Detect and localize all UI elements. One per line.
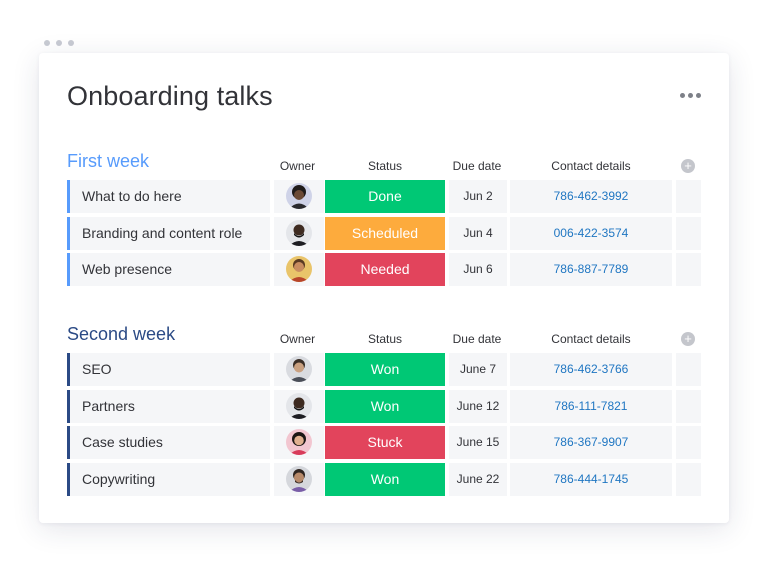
- add-column-icon[interactable]: +: [681, 159, 695, 173]
- item-name[interactable]: Case studies: [67, 426, 270, 459]
- owner-cell[interactable]: [274, 389, 324, 423]
- empty-cell: [676, 180, 701, 213]
- due-date-cell[interactable]: June 15: [449, 426, 507, 459]
- empty-cell: [676, 389, 701, 423]
- status-cell[interactable]: Done: [325, 180, 445, 213]
- column-header-status[interactable]: Status: [325, 332, 445, 346]
- avatar-icon[interactable]: [286, 465, 312, 492]
- contact-link[interactable]: 786-462-3992: [510, 180, 672, 213]
- column-header-owner[interactable]: Owner: [271, 159, 324, 173]
- column-header-owner[interactable]: Owner: [271, 332, 324, 346]
- window-dot-icon: [44, 40, 50, 46]
- empty-cell: [676, 426, 701, 459]
- empty-cell: [676, 253, 701, 286]
- window-dot-icon: [56, 40, 62, 46]
- item-name[interactable]: Web presence: [67, 253, 270, 286]
- table-row[interactable]: Case studies Stuck June 15 786-367-9907: [67, 426, 701, 459]
- contact-link[interactable]: 786-367-9907: [510, 426, 672, 459]
- group-header: Second week Owner Status Due date Contac…: [67, 322, 701, 353]
- item-name[interactable]: What to do here: [67, 180, 270, 213]
- group-first-week: First week Owner Status Due date Contact…: [67, 149, 701, 290]
- status-cell[interactable]: Won: [325, 389, 445, 423]
- avatar-icon[interactable]: [286, 183, 312, 209]
- avatar-icon[interactable]: [286, 429, 312, 455]
- column-header-status[interactable]: Status: [325, 159, 445, 173]
- status-cell[interactable]: Won: [325, 462, 445, 496]
- avatar-icon[interactable]: [286, 356, 312, 382]
- more-options-icon[interactable]: [680, 93, 701, 98]
- due-date-cell[interactable]: June 7: [449, 353, 507, 386]
- due-date-cell[interactable]: Jun 6: [449, 253, 507, 286]
- avatar-icon[interactable]: [286, 392, 312, 419]
- due-date-cell[interactable]: June 22: [449, 462, 507, 496]
- group-title[interactable]: First week: [67, 151, 149, 172]
- group-header: First week Owner Status Due date Contact…: [67, 149, 701, 180]
- due-date-cell[interactable]: Jun 4: [449, 216, 507, 250]
- due-date-cell[interactable]: Jun 2: [449, 180, 507, 213]
- owner-cell[interactable]: [274, 253, 324, 286]
- page-title: Onboarding talks: [67, 81, 273, 111]
- owner-cell[interactable]: [274, 216, 324, 250]
- avatar-icon[interactable]: [286, 256, 312, 282]
- board-card: Onboarding talks First week Owner Status…: [39, 53, 729, 523]
- status-cell[interactable]: Scheduled: [325, 216, 445, 250]
- column-header-contact[interactable]: Contact details: [510, 332, 672, 346]
- empty-cell: [676, 353, 701, 386]
- group-title[interactable]: Second week: [67, 324, 175, 345]
- table-row[interactable]: Branding and content role Scheduled Jun …: [67, 216, 701, 250]
- column-header-due-date[interactable]: Due date: [448, 332, 506, 346]
- contact-link[interactable]: 786-444-1745: [510, 462, 672, 496]
- item-name[interactable]: SEO: [67, 353, 270, 386]
- status-cell[interactable]: Won: [325, 353, 445, 386]
- column-header-contact[interactable]: Contact details: [510, 159, 672, 173]
- table-row[interactable]: Copywriting Won June 22 786-444-1745: [67, 462, 701, 496]
- table-row[interactable]: Partners Won June 12 786-111-7821: [67, 389, 701, 423]
- owner-cell[interactable]: [274, 353, 324, 386]
- item-name[interactable]: Branding and content role: [67, 216, 270, 250]
- window-dots: [44, 40, 74, 46]
- group-second-week: Second week Owner Status Due date Contac…: [67, 322, 701, 499]
- table-row[interactable]: Web presence Needed Jun 6 786-887-7789: [67, 253, 701, 286]
- item-name[interactable]: Partners: [67, 389, 270, 423]
- table-row[interactable]: SEO Won June 7 786-462-3766: [67, 353, 701, 386]
- empty-cell: [676, 462, 701, 496]
- avatar-icon[interactable]: [286, 219, 312, 246]
- owner-cell[interactable]: [274, 462, 324, 496]
- status-cell[interactable]: Needed: [325, 253, 445, 286]
- owner-cell[interactable]: [274, 426, 324, 459]
- item-name[interactable]: Copywriting: [67, 462, 270, 496]
- due-date-cell[interactable]: June 12: [449, 389, 507, 423]
- empty-cell: [676, 216, 701, 250]
- contact-link[interactable]: 786-462-3766: [510, 353, 672, 386]
- status-cell[interactable]: Stuck: [325, 426, 445, 459]
- column-header-due-date[interactable]: Due date: [448, 159, 506, 173]
- contact-link[interactable]: 786-887-7789: [510, 253, 672, 286]
- add-column-icon[interactable]: +: [681, 332, 695, 346]
- contact-link[interactable]: 786-111-7821: [510, 389, 672, 423]
- window-dot-icon: [68, 40, 74, 46]
- table-row[interactable]: What to do here Done Jun 2 786-462-3992: [67, 180, 701, 213]
- owner-cell[interactable]: [274, 180, 324, 213]
- contact-link[interactable]: 006-422-3574: [510, 216, 672, 250]
